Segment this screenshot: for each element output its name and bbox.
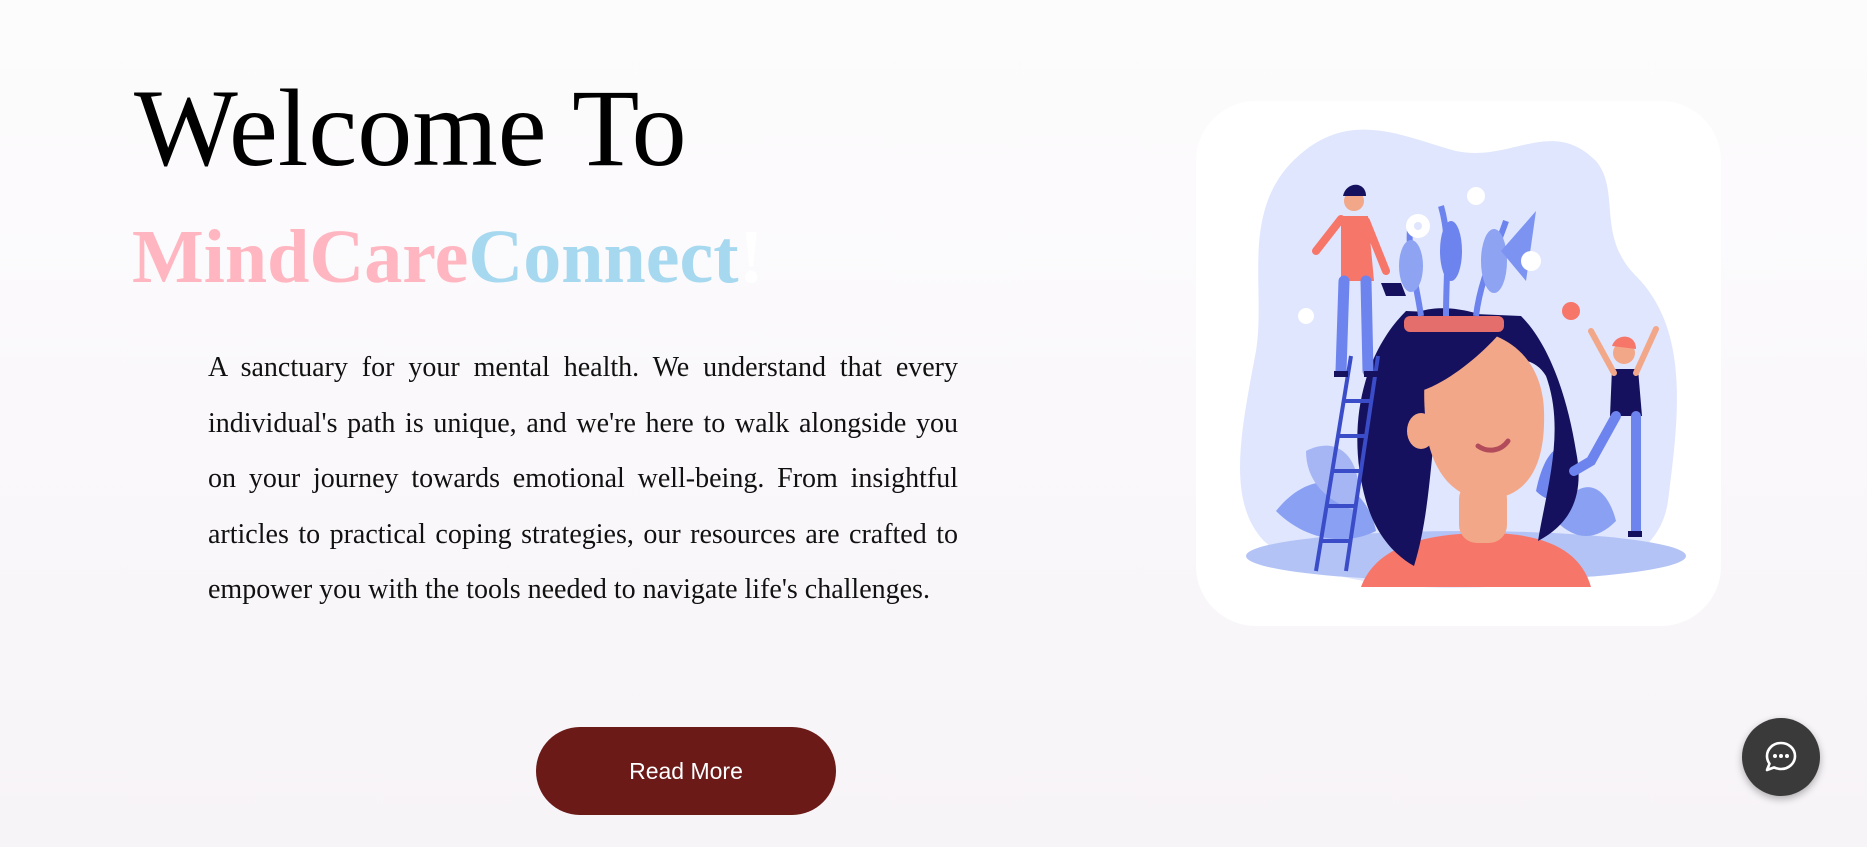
mental-wellness-illustration xyxy=(1240,129,1686,588)
brand-name-mindcare: MindCare xyxy=(132,215,469,299)
brand-exclamation: ! xyxy=(738,215,764,299)
intro-paragraph: A sanctuary for your mental health. We u… xyxy=(208,352,958,605)
brand-name-connect: Connect xyxy=(468,215,739,299)
welcome-heading: Welcome To xyxy=(134,67,687,189)
read-more-button[interactable]: Read More xyxy=(536,727,836,815)
brand-title: MindCareConnect! xyxy=(132,212,764,302)
illustration-card xyxy=(1196,101,1721,626)
chat-bubble-icon xyxy=(1765,741,1797,772)
chat-button[interactable] xyxy=(1742,718,1820,796)
page: Welcome To MindCareConnect! A sanctuary … xyxy=(0,0,1867,847)
